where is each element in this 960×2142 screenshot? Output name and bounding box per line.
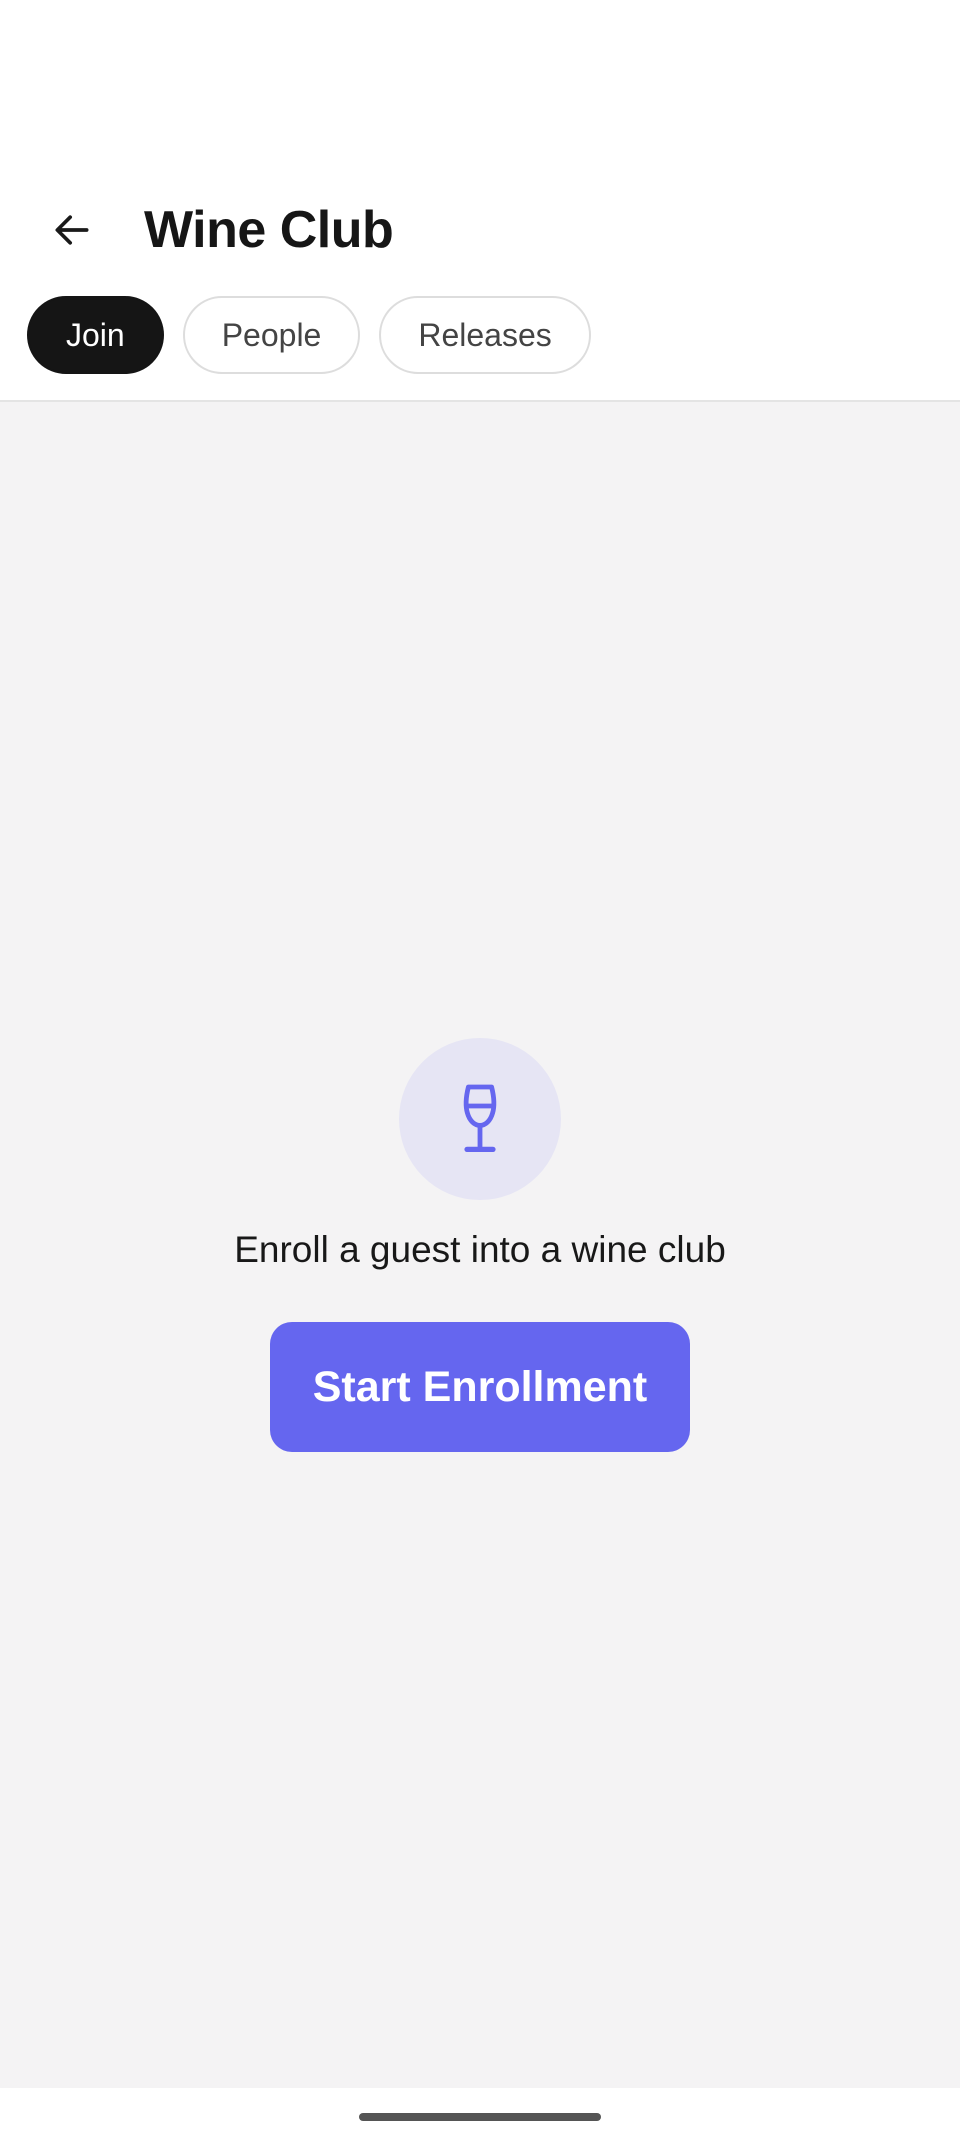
icon-badge: [399, 1038, 561, 1200]
page-title: Wine Club: [144, 201, 394, 259]
back-button[interactable]: [36, 194, 108, 266]
tab-people[interactable]: People: [182, 296, 361, 374]
tab-releases[interactable]: Releases: [379, 296, 591, 374]
empty-state: Enroll a guest into a wine club Start En…: [0, 1038, 960, 1452]
wine-glass-icon: [463, 1084, 497, 1152]
status-bar: [0, 0, 960, 150]
empty-state-message: Enroll a guest into a wine club: [234, 1229, 726, 1270]
system-nav-bar: [0, 2088, 960, 2142]
tab-bar: Join People Releases: [27, 296, 591, 374]
start-enrollment-button[interactable]: Start Enrollment: [270, 1322, 690, 1452]
arrow-left-icon: [55, 215, 89, 245]
app-header: Wine Club Join People Releases: [0, 150, 960, 402]
main-content: Enroll a guest into a wine club Start En…: [0, 402, 960, 2088]
home-indicator[interactable]: [359, 2113, 601, 2121]
tab-join[interactable]: Join: [27, 296, 164, 374]
